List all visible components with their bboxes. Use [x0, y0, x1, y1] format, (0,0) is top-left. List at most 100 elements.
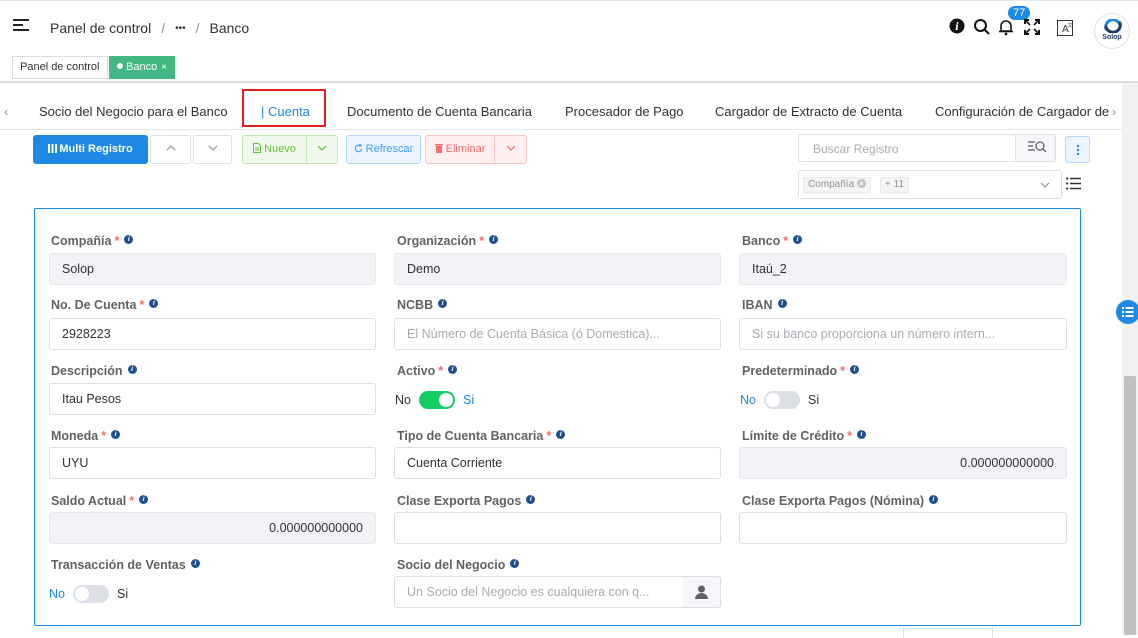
more-options-button[interactable]: [1065, 136, 1090, 163]
tag-panel-de-control[interactable]: Panel de control: [12, 56, 108, 79]
close-icon[interactable]: [856, 179, 866, 188]
next-record-button[interactable]: [193, 135, 232, 164]
predeterminado-no-label: No: [740, 393, 756, 407]
user-icon: [695, 585, 708, 599]
logo-text: Solop: [1102, 34, 1122, 41]
breadcrumb-home[interactable]: Panel de control: [50, 20, 151, 36]
multi-registro-button[interactable]: Multi Registro: [33, 135, 148, 164]
socio-negocio-search-button[interactable]: [683, 576, 721, 608]
previous-record-button[interactable]: [150, 135, 191, 164]
tag-banco[interactable]: Banco ×: [109, 56, 176, 79]
compania-field[interactable]: Solop: [49, 253, 376, 285]
more-vertical-icon: [1076, 144, 1080, 156]
info-icon[interactable]: i: [510, 559, 520, 568]
tag-label: Banco: [126, 61, 158, 73]
activo-switch[interactable]: [418, 391, 455, 409]
saldo-actual-field[interactable]: 0.000000000000: [49, 512, 376, 544]
info-icon[interactable]: i: [489, 235, 499, 244]
field-label-activo: Activo * i: [397, 364, 458, 378]
search-icon[interactable]: [973, 18, 991, 36]
logo-icon: [1104, 19, 1122, 33]
list-icon[interactable]: [1066, 177, 1081, 190]
avatar[interactable]: Solop: [1094, 13, 1130, 49]
multi-registro-label: Multi Registro: [59, 143, 133, 155]
nuevo-dropdown-button[interactable]: [306, 135, 338, 164]
refresh-icon: [354, 143, 362, 153]
tab-procesador-pago[interactable]: Procesador de Pago: [565, 104, 684, 119]
field-label-no-cuenta: No. De Cuenta * i: [51, 298, 159, 312]
activo-switch-group: No Si: [395, 390, 474, 410]
filter-chip-label: Compañía: [808, 179, 855, 190]
no-cuenta-field[interactable]: 2928223: [49, 318, 376, 350]
nuevo-label: Nuevo: [264, 143, 296, 155]
field-label-iban: IBAN i: [742, 298, 787, 312]
svg-text:i: i: [955, 22, 959, 33]
floating-panel-button[interactable]: [1116, 300, 1138, 324]
info-icon[interactable]: i: [526, 495, 536, 504]
close-icon[interactable]: ×: [161, 62, 167, 73]
info-icon[interactable]: i: [556, 430, 566, 439]
info-icon[interactable]: i: [929, 495, 938, 504]
socio-negocio-field[interactable]: Un Socio del Negocio es cualquiera con q…: [394, 576, 684, 608]
eliminar-dropdown-button[interactable]: [494, 135, 527, 164]
search-button[interactable]: [1015, 135, 1055, 161]
info-icon[interactable]: i: [793, 235, 803, 244]
breadcrumb-ellipsis[interactable]: •••: [175, 23, 186, 34]
info-icon[interactable]: i: [850, 365, 860, 374]
info-icon[interactable]: i: [127, 365, 137, 374]
bell-icon[interactable]: [998, 18, 1014, 36]
eliminar-button[interactable]: Eliminar: [425, 135, 495, 164]
chevron-down-icon: [208, 145, 217, 151]
filter-chip: Compañía: [803, 177, 871, 193]
info-icon[interactable]: i: [448, 365, 458, 374]
tab-socio-negocio-banco[interactable]: Socio del Negocio para el Banco: [39, 104, 228, 119]
ncbb-field[interactable]: El Número de Cuenta Básica (ó Domestica)…: [394, 318, 721, 350]
document-icon: [253, 143, 262, 153]
info-icon[interactable]: i: [438, 299, 448, 308]
field-label-limite-credito: Límite de Crédito * i: [742, 429, 866, 443]
transaccion-ventas-switch[interactable]: [72, 585, 109, 603]
info-icon[interactable]: i: [949, 18, 965, 34]
info-icon[interactable]: i: [124, 235, 134, 244]
search-input[interactable]: Buscar Registro: [813, 142, 898, 156]
clase-exporta-nomina-field[interactable]: [739, 512, 1067, 544]
svg-text:文: 文: [1068, 22, 1073, 29]
tipo-cuenta-field[interactable]: Cuenta Corriente: [394, 447, 721, 479]
banco-field[interactable]: Itaú_2: [739, 253, 1067, 285]
list-icon: [1122, 307, 1134, 317]
field-label-compania: Compañía * i: [51, 234, 134, 248]
fullscreen-icon[interactable]: [1024, 19, 1040, 35]
field-label-socio-negocio: Socio del Negocio i: [397, 558, 520, 572]
nuevo-button[interactable]: Nuevo: [242, 135, 307, 164]
tab-scroll-right-icon[interactable]: ›: [1112, 104, 1116, 119]
breadcrumb-separator: /: [161, 20, 166, 36]
predeterminado-switch[interactable]: [763, 391, 800, 409]
info-icon[interactable]: i: [149, 299, 159, 308]
info-icon[interactable]: i: [139, 495, 149, 504]
refrescar-button[interactable]: Refrescar: [346, 135, 421, 164]
limite-credito-field[interactable]: 0.000000000000: [739, 447, 1067, 479]
scrollbar-thumb[interactable]: [1124, 376, 1136, 635]
tab-cargador-extracto[interactable]: Cargador de Extracto de Cuenta: [715, 104, 902, 119]
eliminar-label: Eliminar: [445, 143, 486, 155]
organizacion-field[interactable]: Demo: [394, 253, 721, 285]
field-label-transaccion-ventas: Transacción de Ventas i: [51, 558, 200, 572]
translate-icon[interactable]: A文: [1057, 20, 1073, 36]
info-icon[interactable]: i: [856, 430, 866, 439]
moneda-field[interactable]: UYU: [49, 447, 376, 479]
iban-field[interactable]: Si su banco proporciona un número intern…: [739, 318, 1067, 350]
clase-exporta-field[interactable]: [394, 512, 721, 544]
tags-view: Panel de control Banco ×: [0, 52, 1138, 83]
search-record-field[interactable]: Buscar Registro: [798, 134, 1056, 162]
info-icon[interactable]: i: [190, 559, 200, 568]
refrescar-label: Refrescar: [365, 143, 414, 155]
activo-no-label: No: [395, 393, 411, 407]
descripcion-field[interactable]: Itau Pesos: [49, 383, 376, 415]
menu-icon[interactable]: [13, 19, 29, 33]
info-icon[interactable]: i: [777, 299, 787, 308]
tab-configuracion-cargador[interactable]: Configuración de Cargador de: [935, 104, 1109, 119]
info-icon[interactable]: i: [111, 430, 121, 439]
tab-documento-cuenta-bancaria[interactable]: Documento de Cuenta Bancaria: [347, 104, 532, 119]
filter-select[interactable]: Compañía + 11: [798, 170, 1062, 199]
field-label-clase-exporta: Clase Exporta Pagos i: [397, 494, 536, 508]
